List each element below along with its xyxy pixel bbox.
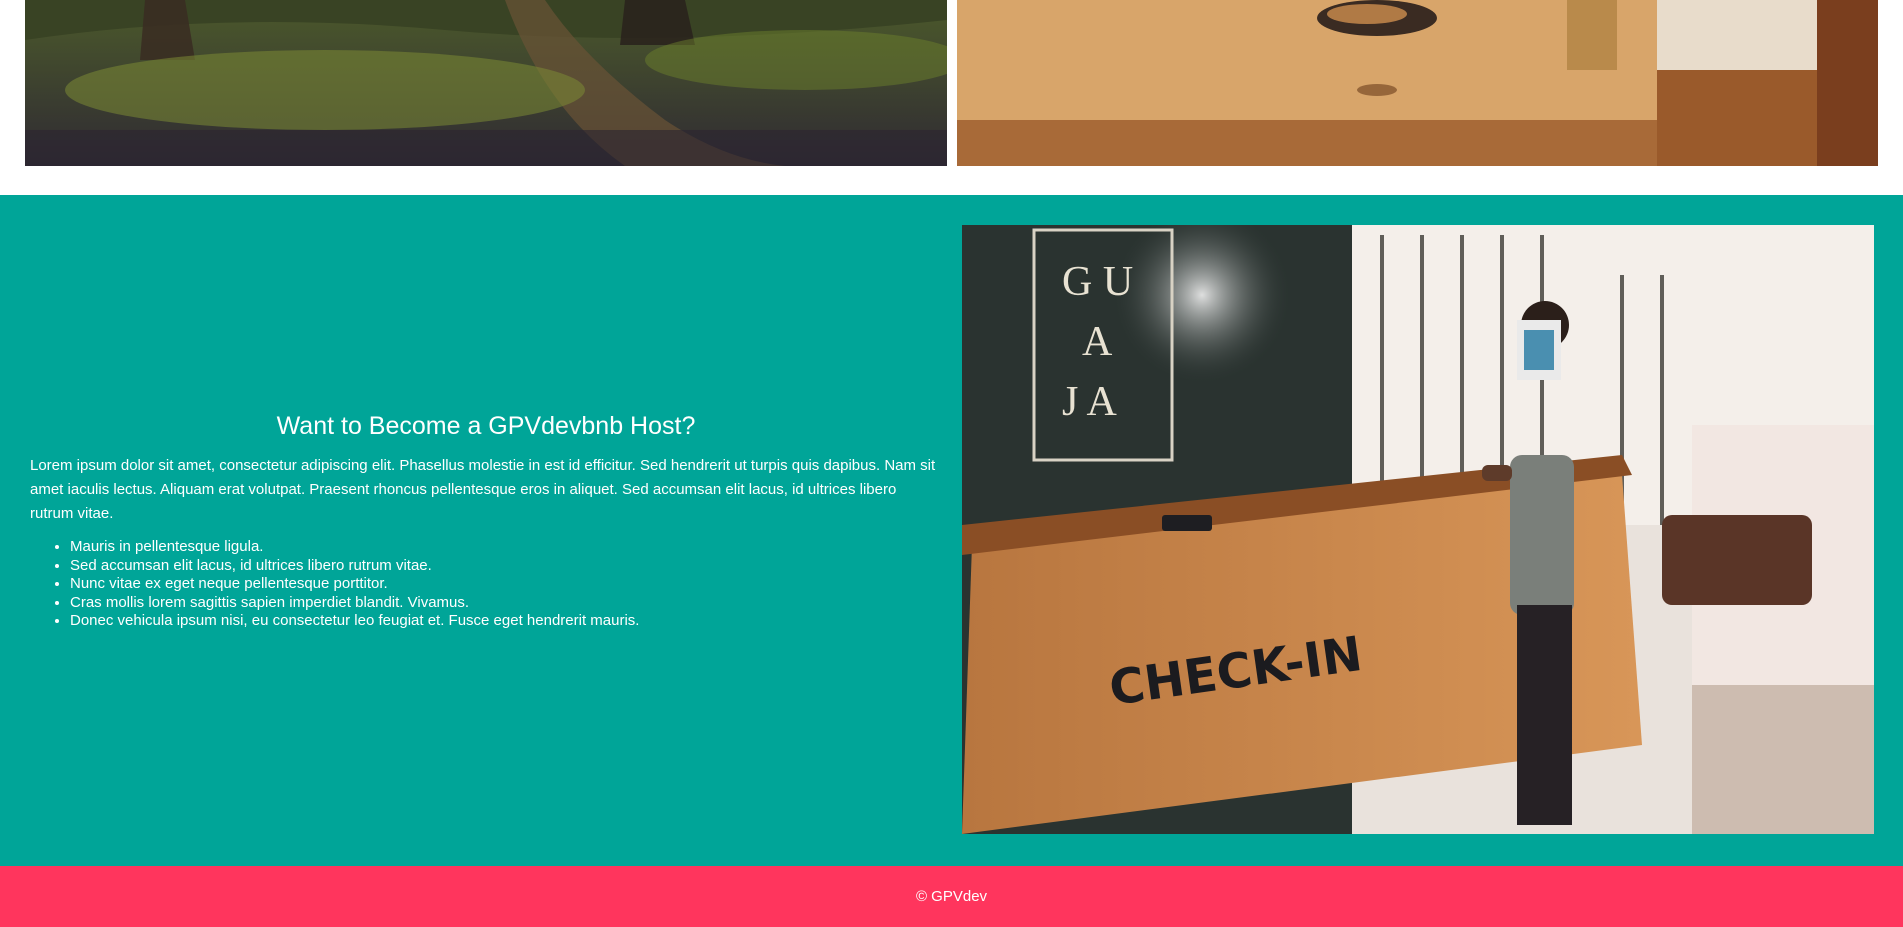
- check-in-desk-photo: CHECK-IN G U A J A: [962, 225, 1874, 834]
- list-item: Cras mollis lorem sagittis sapien imperd…: [70, 594, 942, 613]
- host-benefits-list: Mauris in pellentesque ligula. Sed accum…: [30, 538, 942, 631]
- sign-letters-line1: G U: [1062, 259, 1133, 305]
- become-host-section: Want to Become a GPVdevbnb Host? Lorem i…: [0, 195, 1903, 866]
- host-text-block: Want to Become a GPVdevbnb Host? Lorem i…: [30, 410, 942, 631]
- forest-path-photo: [25, 0, 947, 166]
- footer-copyright: © GPVdev: [915, 888, 988, 905]
- host-section-paragraph: Lorem ipsum dolor sit amet, consectetur …: [30, 457, 936, 522]
- top-gallery: [0, 0, 1903, 195]
- list-item: Donec vehicula ipsum nisi, eu consectetu…: [70, 612, 942, 631]
- list-item: Sed accumsan elit lacus, id ultrices lib…: [70, 557, 942, 576]
- site-footer: © GPVdev: [0, 866, 1903, 927]
- sign-letters-line3: J A: [1062, 379, 1118, 425]
- host-section-title: Want to Become a GPVdevbnb Host?: [276, 412, 696, 440]
- list-item: Mauris in pellentesque ligula.: [70, 538, 942, 557]
- list-item: Nunc vitae ex eget neque pellentesque po…: [70, 575, 942, 594]
- wooden-table-photo: [957, 0, 1878, 166]
- sign-letters-line2: A: [1082, 319, 1113, 365]
